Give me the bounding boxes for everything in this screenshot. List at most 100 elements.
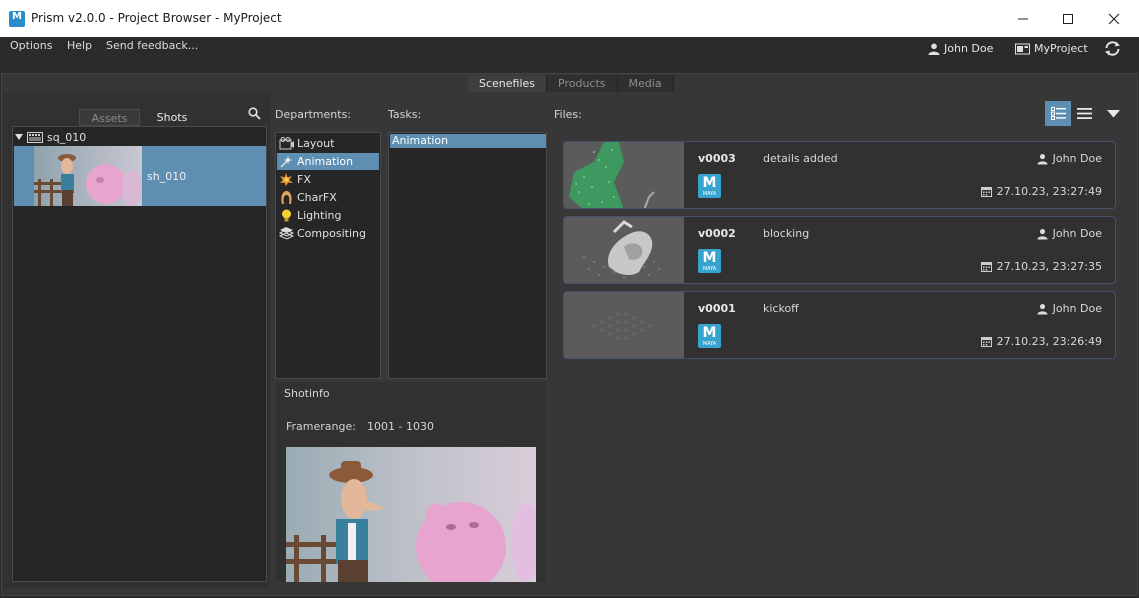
expand-arrow-icon[interactable]	[15, 133, 23, 141]
department-label: Layout	[297, 137, 335, 150]
minimize-button[interactable]	[1000, 0, 1046, 37]
user-button[interactable]: John Doe	[928, 42, 993, 55]
file-date: 27.10.23, 23:27:49	[980, 185, 1102, 198]
minimize-icon	[1018, 18, 1028, 19]
department-item-fx[interactable]: FX	[277, 171, 379, 188]
file-date: 27.10.23, 23:27:35	[980, 260, 1102, 273]
maximize-icon	[1063, 13, 1073, 24]
department-label: Compositing	[297, 227, 366, 240]
tab-scenefiles[interactable]: Scenefiles	[468, 75, 548, 92]
maya-icon: M MAYA	[698, 249, 721, 273]
file-user-name: John Doe	[1052, 227, 1102, 240]
list-view-button[interactable]	[1071, 101, 1097, 126]
calendar-icon	[980, 187, 992, 197]
shot-tree[interactable]: sq_010 sh_010	[12, 126, 267, 582]
user-name: John Doe	[944, 42, 994, 55]
file-user: John Doe	[1037, 152, 1102, 165]
files-label: Files:	[554, 108, 582, 121]
refresh-icon	[1105, 41, 1120, 56]
detail-list-icon	[1050, 107, 1066, 120]
search-icon	[248, 107, 261, 120]
user-icon	[1037, 228, 1048, 239]
options-dropdown-button[interactable]	[1100, 101, 1126, 126]
department-list[interactable]: Layout Animation FX CharFX Lighting Comp…	[275, 132, 381, 379]
menu-send-feedback[interactable]: Send feedback...	[106, 39, 198, 52]
file-user: John Doe	[1037, 227, 1102, 240]
project-name: MyProject	[1034, 42, 1088, 55]
charfx-icon	[281, 191, 292, 204]
file-date: 27.10.23, 23:26:49	[980, 335, 1102, 348]
file-user: John Doe	[1037, 302, 1102, 315]
file-thumbnail	[564, 292, 684, 358]
tree-item-shot[interactable]: sh_010	[14, 146, 266, 206]
layout-icon	[279, 137, 294, 150]
department-label: CharFX	[297, 191, 337, 204]
framerange-value: 1001 - 1030	[367, 420, 434, 433]
maximize-button[interactable]	[1045, 0, 1091, 37]
project-button[interactable]: MyProject	[1015, 42, 1088, 55]
menu-help[interactable]: Help	[67, 39, 92, 52]
user-icon	[1037, 303, 1048, 314]
task-list[interactable]: Animation	[388, 132, 547, 379]
maya-icon: M MAYA	[698, 324, 721, 348]
tree-item-sequence[interactable]: sq_010	[15, 129, 86, 145]
department-item-lighting[interactable]: Lighting	[277, 207, 379, 224]
file-thumbnail	[564, 142, 684, 208]
window-title: Prism v2.0.0 - Project Browser - MyProje…	[31, 11, 282, 25]
task-item-animation[interactable]: Animation	[390, 134, 546, 148]
calendar-icon	[980, 337, 992, 347]
menu-options[interactable]: Options	[10, 39, 52, 52]
file-thumbnail	[564, 217, 684, 283]
file-version: v0003	[698, 152, 736, 165]
file-card[interactable]: v0001 kickoff M MAYA John Doe 27.10.23, 2…	[563, 291, 1116, 359]
department-item-compositing[interactable]: Compositing	[277, 225, 379, 242]
file-date-text: 27.10.23, 23:27:49	[996, 185, 1102, 198]
shot-name: sh_010	[147, 170, 187, 183]
compositing-icon	[279, 227, 294, 240]
file-comment: kickoff	[763, 302, 799, 315]
department-label: FX	[297, 173, 311, 186]
tab-products[interactable]: Products	[547, 75, 618, 92]
shot-thumbnail	[34, 146, 142, 206]
maya-icon: M MAYA	[698, 174, 721, 198]
shotinfo-title: Shotinfo	[284, 387, 330, 400]
user-icon	[1037, 153, 1048, 164]
department-item-layout[interactable]: Layout	[277, 135, 379, 152]
file-user-name: John Doe	[1052, 152, 1102, 165]
file-comment: blocking	[763, 227, 810, 240]
animation-icon	[280, 156, 292, 168]
tab-shots[interactable]: Shots	[141, 109, 203, 126]
file-version: v0001	[698, 302, 736, 315]
sequence-icon	[27, 131, 43, 143]
shot-preview-image	[286, 447, 536, 582]
lighting-icon	[282, 209, 291, 222]
file-comment: details added	[763, 152, 838, 165]
tab-assets[interactable]: Assets	[79, 109, 140, 126]
refresh-button[interactable]	[1104, 41, 1121, 59]
tasks-label: Tasks:	[388, 108, 422, 121]
close-icon	[1108, 13, 1120, 24]
file-card[interactable]: v0003 details added M MAYA John Doe 27.10…	[563, 141, 1116, 209]
prism-app-icon: M	[9, 11, 25, 27]
list-icon	[1076, 108, 1092, 119]
file-date-text: 27.10.23, 23:26:49	[996, 335, 1102, 348]
chevron-down-icon	[1106, 109, 1120, 117]
file-user-name: John Doe	[1052, 302, 1102, 315]
file-version: v0002	[698, 227, 736, 240]
detail-view-button[interactable]	[1045, 101, 1071, 126]
file-date-text: 27.10.23, 23:27:35	[996, 260, 1102, 273]
calendar-icon	[980, 262, 992, 272]
departments-label: Departments:	[275, 108, 352, 121]
tab-media[interactable]: Media	[617, 75, 674, 92]
department-label: Animation	[297, 155, 354, 168]
close-button[interactable]	[1091, 0, 1137, 37]
department-item-charfx[interactable]: CharFX	[277, 189, 379, 206]
project-icon	[1015, 43, 1030, 54]
fx-icon	[280, 173, 293, 186]
search-button[interactable]	[248, 107, 261, 123]
file-card[interactable]: v0002 blocking M MAYA John Doe 27.10.23, …	[563, 216, 1116, 284]
department-item-animation[interactable]: Animation	[277, 153, 379, 170]
main-tabs: Scenefiles Products Media	[468, 75, 674, 92]
department-label: Lighting	[297, 209, 342, 222]
sequence-name: sq_010	[47, 130, 87, 144]
